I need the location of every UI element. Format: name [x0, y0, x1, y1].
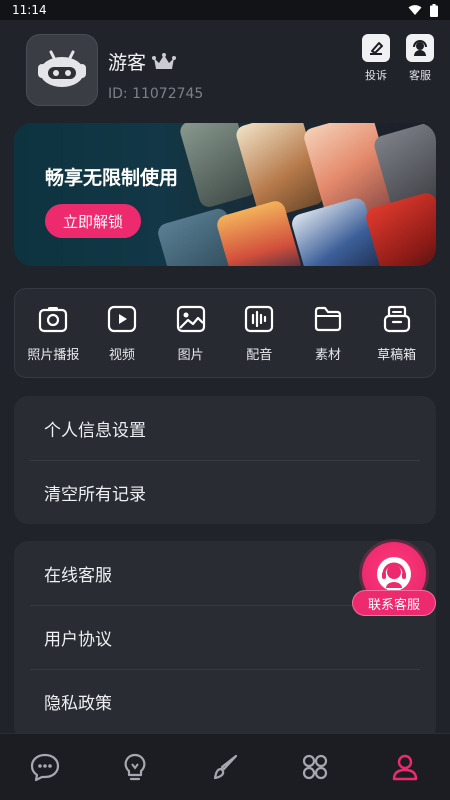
customer-service-button[interactable]: 客服	[404, 34, 436, 83]
tab-ideas[interactable]	[105, 742, 165, 792]
tool-drafts[interactable]: 草稿箱	[364, 304, 430, 363]
tab-apps[interactable]	[285, 742, 345, 792]
customer-service-label: 客服	[409, 69, 431, 82]
privacy-policy[interactable]: 隐私政策	[30, 669, 420, 733]
tool-video[interactable]: 视频	[89, 304, 155, 363]
tool-photo-broadcast[interactable]: 照片播报	[20, 304, 86, 363]
person-icon	[392, 754, 418, 781]
settings-card-account: 个人信息设置 清空所有记录	[14, 396, 436, 524]
video-play-icon	[107, 305, 137, 332]
report-label: 投诉	[365, 69, 387, 82]
status-bar: 11:14	[0, 0, 450, 20]
report-icon	[370, 42, 383, 55]
tool-dubbing[interactable]: 配音	[226, 304, 292, 363]
tab-profile[interactable]	[375, 742, 435, 792]
personal-info-settings[interactable]: 个人信息设置	[30, 396, 420, 460]
tool-materials[interactable]: 素材	[295, 304, 361, 363]
wifi-icon	[408, 5, 422, 15]
headset-agent-icon	[377, 557, 411, 591]
image-icon	[176, 305, 205, 332]
floating-contact-service[interactable]: 联系客服	[352, 542, 436, 616]
clear-all-records[interactable]: 清空所有记录	[30, 460, 420, 524]
avatar[interactable]	[26, 34, 98, 106]
lightbulb-icon	[124, 753, 146, 781]
battery-icon	[430, 3, 438, 17]
tab-create[interactable]	[195, 742, 255, 792]
username: 游客	[108, 52, 147, 74]
promo-banner[interactable]: 畅享无限制使用 立即解锁	[14, 123, 436, 266]
robot-avatar-icon	[38, 50, 86, 87]
status-time: 11:14	[12, 3, 47, 17]
brush-icon	[213, 754, 238, 780]
banner-title: 畅享无限制使用	[45, 167, 179, 189]
bottom-tab-bar	[0, 733, 450, 800]
draft-box-icon	[383, 305, 410, 332]
camera-icon	[39, 306, 68, 332]
unlock-button[interactable]: 立即解锁	[45, 204, 141, 238]
folder-icon	[314, 306, 342, 331]
report-button[interactable]: 投诉	[360, 34, 392, 83]
chat-bubble-icon	[30, 753, 60, 782]
customer-service-icon	[413, 40, 427, 56]
tool-grid: 照片播报 视频 图片 配音 素材 草稿箱	[14, 288, 436, 378]
profile-header: 游客 ID: 11072745 投诉 客服	[26, 34, 436, 108]
user-id: ID: 11072745	[108, 86, 204, 102]
apps-grid-icon	[302, 754, 328, 780]
crown-icon	[152, 52, 177, 69]
contact-service-label: 联系客服	[352, 590, 436, 616]
tool-image[interactable]: 图片	[158, 304, 224, 363]
tab-chat[interactable]	[15, 742, 75, 792]
audio-wave-icon	[245, 305, 274, 332]
